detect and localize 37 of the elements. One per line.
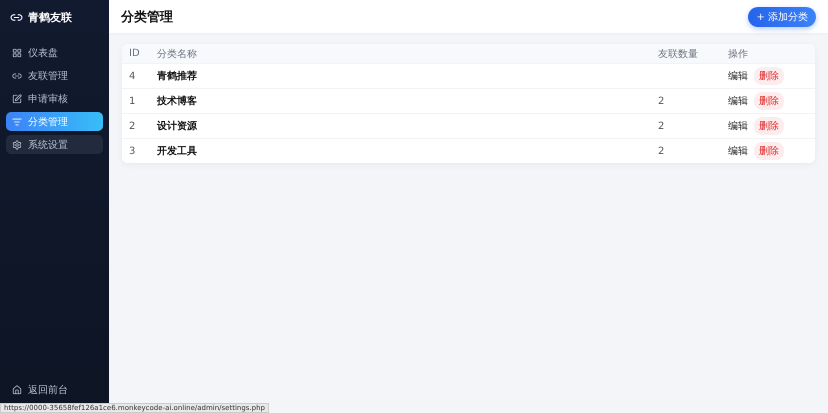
back-link[interactable]: 返回前台 [6,383,103,405]
edit-button[interactable]: 编辑 [728,144,748,158]
delete-button[interactable]: 删除 [754,142,784,160]
table-cell-text: 2 [658,146,666,156]
table-cell-text: 2 [658,96,666,106]
nav-item[interactable]: 申请审核 [6,89,103,108]
settings-icon [12,140,22,150]
add-category-button[interactable]: + 添加分类 [748,6,816,26]
edit-button[interactable]: 编辑 [728,119,748,133]
edit-button[interactable]: 编辑 [728,94,748,108]
table-cell-text: 4 [129,70,136,82]
column-header: 友联数量 [658,48,699,60]
column-header: ID [129,48,141,59]
edit-button[interactable]: 编辑 [728,69,748,83]
page-title: 分类管理 [121,8,173,26]
table-cell-text: 设计资源 [157,120,198,133]
table-cell-text: 2 [658,120,666,132]
delete-button[interactable]: 删除 [754,67,784,85]
nav-item[interactable]: 友联管理 [6,66,103,85]
delete-button[interactable]: 删除 [754,117,784,135]
table-cell-text: 技术博客 [157,94,198,108]
table-cell-text: 1 [129,96,136,106]
delete-button[interactable]: 删除 [754,92,784,110]
home-icon [12,385,22,395]
column-header: 分类名称 [157,48,198,60]
grid-icon [12,48,22,58]
table-cell-text: 青鹤推荐 [157,70,198,83]
table-cell-text: 3 [129,146,136,156]
nav-item[interactable]: 仪表盘 [6,43,103,62]
edit-icon [12,94,22,104]
nav-item[interactable]: 系统设置 [6,135,103,154]
brand-name: 青鹤友联 [28,10,72,25]
column-header: 操作 [728,48,749,60]
table-cell-text: 开发工具 [157,144,198,158]
link-icon [12,70,22,80]
filter-icon [12,116,22,126]
table-cell-text: 2 [129,120,136,132]
